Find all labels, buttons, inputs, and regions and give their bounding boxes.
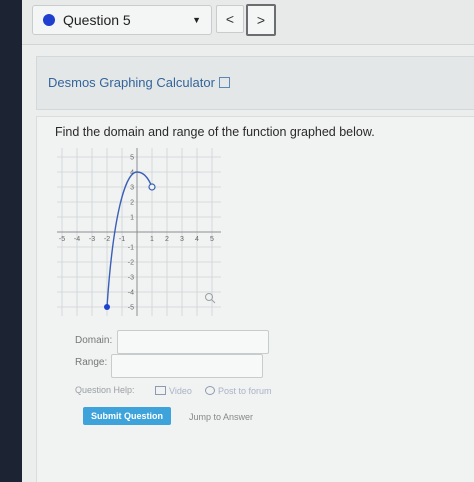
external-link-icon (218, 77, 230, 88)
video-help-text: Video (169, 386, 192, 396)
y-tick-label: -3 (128, 275, 134, 282)
x-tick-label: 3 (180, 236, 184, 243)
x-tick-label: -4 (74, 236, 80, 243)
x-tick-label: -2 (104, 236, 110, 243)
domain-label: Domain: (75, 335, 113, 346)
question-select[interactable]: Question 5 ▼ (32, 5, 212, 35)
domain-input[interactable] (117, 330, 269, 354)
x-tick-label: -5 (59, 236, 65, 243)
video-help-link[interactable]: Video (155, 385, 192, 396)
x-tick-label: 5 (210, 236, 214, 243)
open-endpoint (148, 183, 156, 191)
next-question-button[interactable]: > (246, 4, 276, 36)
desmos-link[interactable]: Desmos Graphing Calculator (48, 75, 230, 90)
function-graph: -5 -4 -3 -2 -1 1 2 3 4 5 5 4 3 2 1 -1 -2 -3 -4 -5 (57, 148, 221, 316)
chevron-right-icon: > (256, 12, 266, 28)
x-tick-label: 1 (150, 236, 154, 243)
x-tick-label: -3 (89, 236, 95, 243)
range-label: Range: (75, 357, 108, 368)
question-status-dot-icon (43, 14, 55, 26)
question-help-label: Question Help: (75, 385, 135, 395)
submit-question-button[interactable]: Submit Question (83, 407, 171, 425)
speech-bubble-icon (205, 386, 215, 395)
x-tick-label: 4 (195, 236, 199, 243)
jump-to-answer-link[interactable]: Jump to Answer (189, 412, 253, 422)
y-tick-label: -2 (128, 260, 134, 267)
question-nav-bar: Question 5 ▼ < > (22, 0, 474, 45)
y-tick-label: -5 (128, 305, 134, 312)
y-tick-label: 5 (130, 155, 134, 162)
previous-question-button[interactable]: < (216, 5, 244, 33)
x-tick-labels: -5 -4 -3 -2 -1 1 2 3 4 5 (59, 236, 214, 243)
screen: Question 5 ▼ < > Desmos Graphing Calcula… (22, 0, 474, 482)
magnifier-icon (205, 293, 216, 304)
function-curve (106, 171, 153, 308)
forum-help-text: Post to forum (218, 386, 272, 396)
y-tick-label: 3 (130, 185, 134, 192)
video-icon (155, 386, 166, 395)
graph-axes (57, 148, 221, 316)
closed-endpoint (104, 304, 110, 310)
y-tick-label: -4 (128, 290, 134, 297)
question-prompt: Find the domain and range of the functio… (55, 125, 375, 139)
range-input[interactable] (111, 354, 263, 378)
caret-down-icon: ▼ (192, 15, 201, 25)
x-tick-label: -1 (119, 236, 125, 243)
desmos-banner: Desmos Graphing Calculator (36, 56, 474, 110)
y-tick-label: -1 (128, 245, 134, 252)
question-select-label: Question 5 (63, 12, 131, 28)
y-tick-label: 1 (130, 215, 134, 222)
x-tick-label: 2 (165, 236, 169, 243)
chevron-left-icon: < (225, 11, 235, 27)
y-tick-label: 2 (130, 200, 134, 207)
forum-help-link[interactable]: Post to forum (205, 385, 272, 396)
question-card: Find the domain and range of the functio… (36, 116, 474, 482)
desmos-link-text: Desmos Graphing Calculator (48, 75, 215, 90)
